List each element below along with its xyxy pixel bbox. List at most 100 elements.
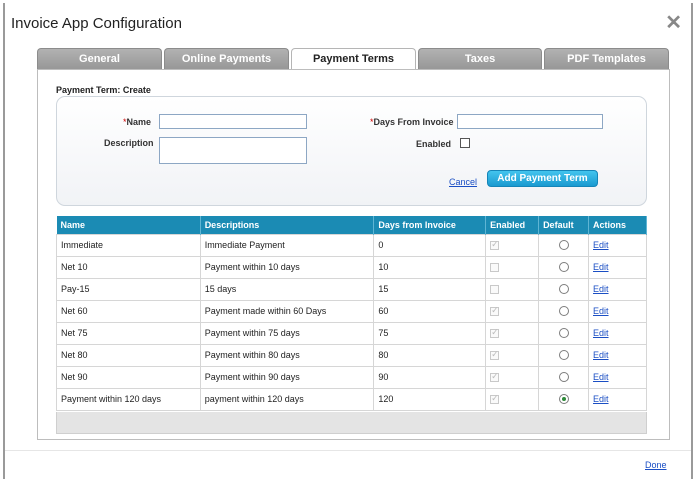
edit-link[interactable]: Edit bbox=[588, 387, 647, 411]
days-label: *Days From Invoice bbox=[370, 117, 454, 127]
table-row: Net 80Payment within 80 days80 Edit bbox=[56, 343, 647, 367]
enabled-checkbox-readonly bbox=[490, 263, 500, 273]
name-input[interactable] bbox=[159, 114, 307, 129]
table-row: Net 75Payment within 75 days75 Edit bbox=[56, 321, 647, 345]
create-form: *Name Description *Days From Invoice Ena… bbox=[56, 96, 647, 206]
default-cell bbox=[538, 255, 590, 279]
default-cell bbox=[538, 233, 590, 257]
term-name: Immediate bbox=[56, 233, 201, 257]
divider bbox=[5, 450, 691, 451]
term-description: 15 days bbox=[199, 277, 375, 301]
edit-link[interactable]: Edit bbox=[588, 365, 647, 389]
default-radio[interactable] bbox=[558, 306, 569, 317]
table-row: Pay-15 15 days 15 Edit bbox=[56, 277, 647, 301]
default-cell bbox=[538, 299, 590, 323]
column-header-default: Default bbox=[538, 216, 590, 234]
table-row: Net 60Payment made within 60 Days60 Edit bbox=[56, 299, 647, 323]
table-row: Net 90Payment within 90 days90 Edit bbox=[56, 365, 647, 389]
term-name: Net 60 bbox=[56, 299, 201, 323]
enabled-cell bbox=[485, 299, 540, 323]
enabled-checkbox-readonly bbox=[490, 327, 500, 339]
default-cell bbox=[538, 343, 590, 367]
cancel-link[interactable]: Cancel bbox=[449, 177, 477, 187]
term-days: 0 bbox=[373, 233, 487, 257]
default-cell bbox=[538, 321, 590, 345]
edit-link[interactable]: Edit bbox=[588, 255, 647, 279]
tab-online-payments[interactable]: Online Payments bbox=[164, 48, 289, 69]
enabled-checkbox-readonly bbox=[490, 285, 500, 295]
default-cell bbox=[538, 365, 590, 389]
default-cell bbox=[538, 277, 590, 301]
default-radio[interactable] bbox=[558, 394, 569, 405]
enabled-cell bbox=[485, 321, 540, 345]
section-title: Payment Term: Create bbox=[56, 85, 151, 95]
term-days: 75 bbox=[373, 321, 487, 345]
enabled-label: Enabled bbox=[416, 139, 452, 149]
close-icon[interactable]: ✕ bbox=[665, 13, 682, 33]
enabled-cell bbox=[485, 255, 540, 279]
enabled-checkbox-readonly bbox=[490, 371, 500, 383]
enabled-cell bbox=[485, 387, 540, 411]
term-days: 120 bbox=[373, 387, 487, 411]
dialog-title: Invoice App Configuration bbox=[11, 15, 182, 32]
add-payment-term-button[interactable]: Add Payment Term bbox=[487, 170, 598, 187]
enabled-cell bbox=[485, 365, 540, 389]
term-days: 15 bbox=[373, 277, 487, 301]
edit-link[interactable]: Edit bbox=[588, 321, 647, 345]
term-days: 10 bbox=[373, 255, 487, 279]
tab-pdf-templates[interactable]: PDF Templates bbox=[544, 48, 669, 69]
description-label: Description bbox=[104, 138, 154, 148]
term-days: 90 bbox=[373, 365, 487, 389]
default-radio[interactable] bbox=[558, 328, 569, 339]
term-description: Immediate Payment bbox=[199, 233, 375, 257]
term-description: Payment within 80 days bbox=[199, 343, 375, 367]
column-header-days: Days from Invoice bbox=[373, 216, 487, 234]
term-name: Net 10 bbox=[56, 255, 201, 279]
default-radio[interactable] bbox=[558, 262, 569, 273]
tab-taxes[interactable]: Taxes bbox=[418, 48, 542, 69]
edit-link[interactable]: Edit bbox=[588, 277, 647, 301]
default-radio[interactable] bbox=[558, 284, 569, 295]
default-radio[interactable] bbox=[558, 372, 569, 383]
term-description: payment within 120 days bbox=[199, 387, 375, 411]
term-description: Payment made within 60 Days bbox=[199, 299, 375, 323]
table-footer bbox=[56, 412, 647, 434]
table-row: Net 10 Payment within 10 days 10 Edit bbox=[56, 255, 647, 279]
edit-link[interactable]: Edit bbox=[588, 233, 647, 257]
column-header-descriptions: Descriptions bbox=[200, 216, 375, 234]
edit-link[interactable]: Edit bbox=[588, 299, 647, 323]
name-label: *Name bbox=[123, 117, 152, 127]
payment-terms-panel: Payment Term: Create *Name Description *… bbox=[37, 69, 670, 440]
column-header-actions: Actions bbox=[588, 216, 647, 234]
column-header-enabled: Enabled bbox=[485, 216, 540, 234]
default-radio[interactable] bbox=[558, 350, 569, 361]
table-header-row: Name Descriptions Days from Invoice Enab… bbox=[56, 216, 647, 234]
enabled-checkbox-readonly bbox=[490, 239, 500, 251]
term-name: Pay-15 bbox=[56, 277, 201, 301]
days-input[interactable] bbox=[457, 114, 603, 129]
enabled-cell bbox=[485, 277, 540, 301]
enabled-checkbox-readonly bbox=[490, 393, 500, 405]
default-radio[interactable] bbox=[558, 240, 569, 251]
term-description: Payment within 75 days bbox=[199, 321, 375, 345]
enabled-cell bbox=[485, 343, 540, 367]
edit-link[interactable]: Edit bbox=[588, 343, 647, 367]
term-name: Net 75 bbox=[56, 321, 201, 345]
tab-payment-terms[interactable]: Payment Terms bbox=[291, 48, 416, 70]
enabled-checkbox[interactable] bbox=[460, 138, 470, 148]
enabled-cell bbox=[485, 233, 540, 257]
enabled-checkbox-readonly bbox=[490, 305, 500, 317]
table-row: Payment within 120 days payment within 12… bbox=[56, 387, 647, 411]
done-link[interactable]: Done bbox=[645, 460, 667, 470]
column-header-name: Name bbox=[56, 216, 201, 234]
term-name: Net 90 bbox=[56, 365, 201, 389]
term-name: Payment within 120 days bbox=[56, 387, 201, 411]
term-days: 80 bbox=[373, 343, 487, 367]
tab-general[interactable]: General bbox=[37, 48, 162, 69]
default-cell bbox=[538, 387, 590, 411]
description-input[interactable] bbox=[159, 137, 307, 164]
config-dialog: Invoice App Configuration ✕ General Onli… bbox=[3, 3, 693, 479]
term-name: Net 80 bbox=[56, 343, 201, 367]
term-days: 60 bbox=[373, 299, 487, 323]
enabled-checkbox-readonly bbox=[490, 349, 500, 361]
